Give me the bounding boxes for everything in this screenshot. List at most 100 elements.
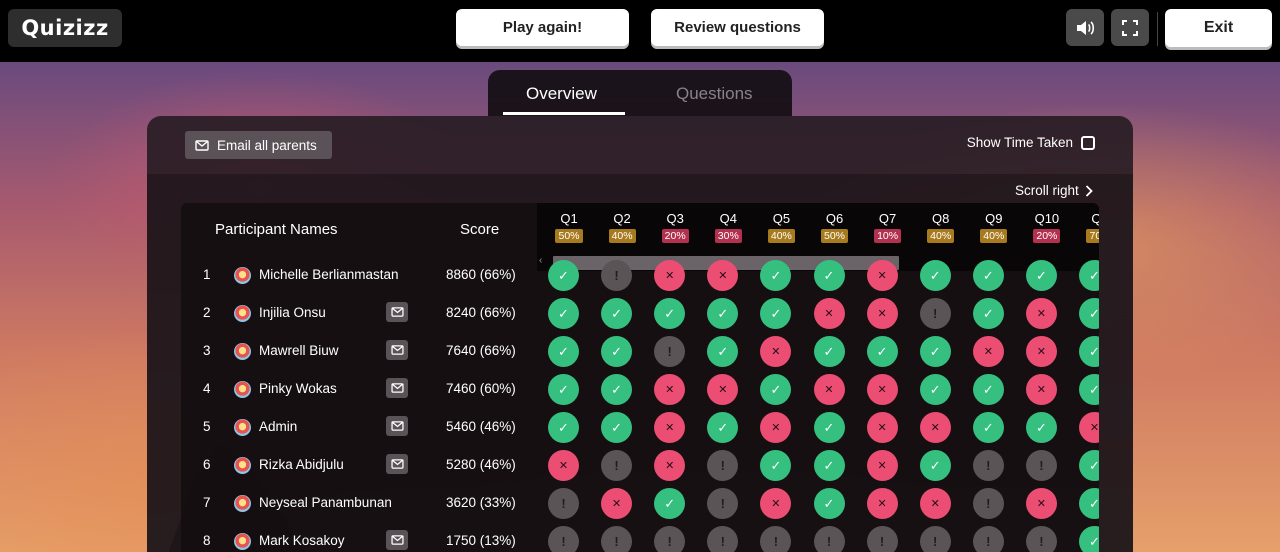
participant-name[interactable]: Mawrell Biuw xyxy=(259,343,339,358)
incorrect-answer-icon[interactable]: ✕ xyxy=(866,298,898,329)
unattempted-icon[interactable]: ! xyxy=(972,526,1004,552)
correct-answer-icon[interactable]: ✓ xyxy=(1079,298,1099,329)
correct-answer-icon[interactable]: ✓ xyxy=(1079,336,1099,367)
incorrect-answer-icon[interactable]: ✕ xyxy=(1025,298,1057,329)
sound-button[interactable] xyxy=(1066,9,1104,46)
email-parent-button[interactable] xyxy=(386,454,408,474)
correct-answer-icon[interactable]: ✓ xyxy=(1025,260,1057,291)
incorrect-answer-icon[interactable]: ✕ xyxy=(972,336,1004,367)
correct-answer-icon[interactable]: ✓ xyxy=(654,298,686,329)
play-again-button[interactable]: Play again! xyxy=(456,9,629,46)
email-parent-button[interactable] xyxy=(386,340,408,360)
incorrect-answer-icon[interactable]: ✕ xyxy=(866,412,898,443)
incorrect-answer-icon[interactable]: ✕ xyxy=(866,450,898,481)
unattempted-icon[interactable]: ! xyxy=(707,450,739,481)
participant-row[interactable]: 2 Injilia Onsu 8240 (66%) ✓ ✓ ✓ ✓ ✓ ✕ ✕! ✓ ✕ ✓ xyxy=(181,294,1099,332)
correct-answer-icon[interactable]: ✓ xyxy=(760,450,792,481)
correct-answer-icon[interactable]: ✓ xyxy=(972,298,1004,329)
unattempted-icon[interactable]: ! xyxy=(1025,450,1057,481)
unattempted-icon[interactable]: ! xyxy=(972,450,1004,481)
participant-row[interactable]: 4 Pinky Wokas 7460 (60%) ✓ ✓ ✕ ✕ ✓ ✕ ✕ ✓ ✓ ✕ ✓ xyxy=(181,370,1099,408)
correct-answer-icon[interactable]: ✓ xyxy=(654,488,686,519)
participant-name[interactable]: Neyseal Panambunan xyxy=(259,495,392,510)
unattempted-icon[interactable]: ! xyxy=(707,526,739,552)
correct-answer-icon[interactable]: ✓ xyxy=(707,298,739,329)
question-header[interactable]: Q6 50% xyxy=(809,211,861,244)
correct-answer-icon[interactable]: ✓ xyxy=(601,336,633,367)
unattempted-icon[interactable]: ! xyxy=(919,526,951,552)
participant-row[interactable]: 8 Mark Kosakoy 1750 (13%)!!!!!!!!!! ✓ xyxy=(181,522,1099,552)
unattempted-icon[interactable]: ! xyxy=(1025,526,1057,552)
correct-answer-icon[interactable]: ✓ xyxy=(1079,260,1099,291)
tab-overview[interactable]: Overview xyxy=(526,84,597,104)
scroll-right-button[interactable]: Scroll right xyxy=(1015,183,1093,198)
participant-row[interactable]: 7 Neyseal Panambunan 3620 (33%)! ✕ ✓! ✕ ✓ ✕ ✕! ✕ ✓ xyxy=(181,484,1099,522)
correct-answer-icon[interactable]: ✓ xyxy=(813,450,845,481)
correct-answer-icon[interactable]: ✓ xyxy=(972,260,1004,291)
participant-name[interactable]: Michelle Berlianmastan xyxy=(259,267,399,282)
unattempted-icon[interactable]: ! xyxy=(601,260,633,291)
correct-answer-icon[interactable]: ✓ xyxy=(1079,488,1099,519)
email-all-parents-button[interactable]: Email all parents xyxy=(185,131,332,159)
correct-answer-icon[interactable]: ✓ xyxy=(813,488,845,519)
participant-row[interactable]: 6 Rizka Abidjulu 5280 (46%) ✕! ✕! ✓ ✓ ✕ ✓!! ✓ xyxy=(181,446,1099,484)
question-header[interactable]: Q2 40% xyxy=(596,211,648,244)
participant-name[interactable]: Pinky Wokas xyxy=(259,381,337,396)
unattempted-icon[interactable]: ! xyxy=(601,526,633,552)
correct-answer-icon[interactable]: ✓ xyxy=(760,260,792,291)
incorrect-answer-icon[interactable]: ✕ xyxy=(919,412,951,443)
correct-answer-icon[interactable]: ✓ xyxy=(1079,526,1099,552)
incorrect-answer-icon[interactable]: ✕ xyxy=(654,374,686,405)
correct-answer-icon[interactable]: ✓ xyxy=(548,336,579,367)
email-parent-button[interactable] xyxy=(386,378,408,398)
question-header[interactable]: Q170% xyxy=(1074,211,1099,244)
tab-questions[interactable]: Questions xyxy=(676,84,753,104)
correct-answer-icon[interactable]: ✓ xyxy=(919,336,951,367)
incorrect-answer-icon[interactable]: ✕ xyxy=(760,488,792,519)
unattempted-icon[interactable]: ! xyxy=(548,488,579,519)
correct-answer-icon[interactable]: ✓ xyxy=(760,298,792,329)
incorrect-answer-icon[interactable]: ✕ xyxy=(654,260,686,291)
unattempted-icon[interactable]: ! xyxy=(548,526,579,552)
incorrect-answer-icon[interactable]: ✕ xyxy=(601,488,633,519)
incorrect-answer-icon[interactable]: ✕ xyxy=(760,412,792,443)
question-header[interactable]: Q3 20% xyxy=(649,211,701,244)
fullscreen-button[interactable] xyxy=(1111,9,1149,46)
incorrect-answer-icon[interactable]: ✕ xyxy=(866,260,898,291)
correct-answer-icon[interactable]: ✓ xyxy=(548,412,579,443)
incorrect-answer-icon[interactable]: ✕ xyxy=(866,488,898,519)
incorrect-answer-icon[interactable]: ✕ xyxy=(919,488,951,519)
unattempted-icon[interactable]: ! xyxy=(601,450,633,481)
incorrect-answer-icon[interactable]: ✕ xyxy=(1025,488,1057,519)
participant-row[interactable]: 3 Mawrell Biuw 7640 (66%) ✓ ✓! ✓ ✕ ✓ ✓ ✓ ✕ ✕ ✓ xyxy=(181,332,1099,370)
incorrect-answer-icon[interactable]: ✕ xyxy=(707,374,739,405)
incorrect-answer-icon[interactable]: ✕ xyxy=(813,298,845,329)
question-header[interactable]: Q1 50% xyxy=(543,211,595,244)
correct-answer-icon[interactable]: ✓ xyxy=(548,374,579,405)
correct-answer-icon[interactable]: ✓ xyxy=(972,374,1004,405)
incorrect-answer-icon[interactable]: ✕ xyxy=(813,374,845,405)
correct-answer-icon[interactable]: ✓ xyxy=(601,374,633,405)
incorrect-answer-icon[interactable]: ✕ xyxy=(866,374,898,405)
incorrect-answer-icon[interactable]: ✕ xyxy=(760,336,792,367)
correct-answer-icon[interactable]: ✓ xyxy=(601,412,633,443)
correct-answer-icon[interactable]: ✓ xyxy=(1079,374,1099,405)
participant-name[interactable]: Rizka Abidjulu xyxy=(259,457,344,472)
correct-answer-icon[interactable]: ✓ xyxy=(813,260,845,291)
correct-answer-icon[interactable]: ✓ xyxy=(972,412,1004,443)
incorrect-answer-icon[interactable]: ✕ xyxy=(1025,336,1057,367)
unattempted-icon[interactable]: ! xyxy=(919,298,951,329)
unattempted-icon[interactable]: ! xyxy=(760,526,792,552)
unattempted-icon[interactable]: ! xyxy=(972,488,1004,519)
correct-answer-icon[interactable]: ✓ xyxy=(919,450,951,481)
correct-answer-icon[interactable]: ✓ xyxy=(1079,450,1099,481)
correct-answer-icon[interactable]: ✓ xyxy=(866,336,898,367)
participant-name[interactable]: Admin xyxy=(259,419,297,434)
review-questions-button[interactable]: Review questions xyxy=(651,9,824,46)
incorrect-answer-icon[interactable]: ✕ xyxy=(1079,412,1099,443)
participant-row[interactable]: 5 Admin 5460 (46%) ✓ ✓ ✕ ✓ ✕ ✓ ✕ ✕ ✓ ✓ ✕ xyxy=(181,408,1099,446)
incorrect-answer-icon[interactable]: ✕ xyxy=(654,412,686,443)
correct-answer-icon[interactable]: ✓ xyxy=(1025,412,1057,443)
correct-answer-icon[interactable]: ✓ xyxy=(707,412,739,443)
incorrect-answer-icon[interactable]: ✕ xyxy=(707,260,739,291)
